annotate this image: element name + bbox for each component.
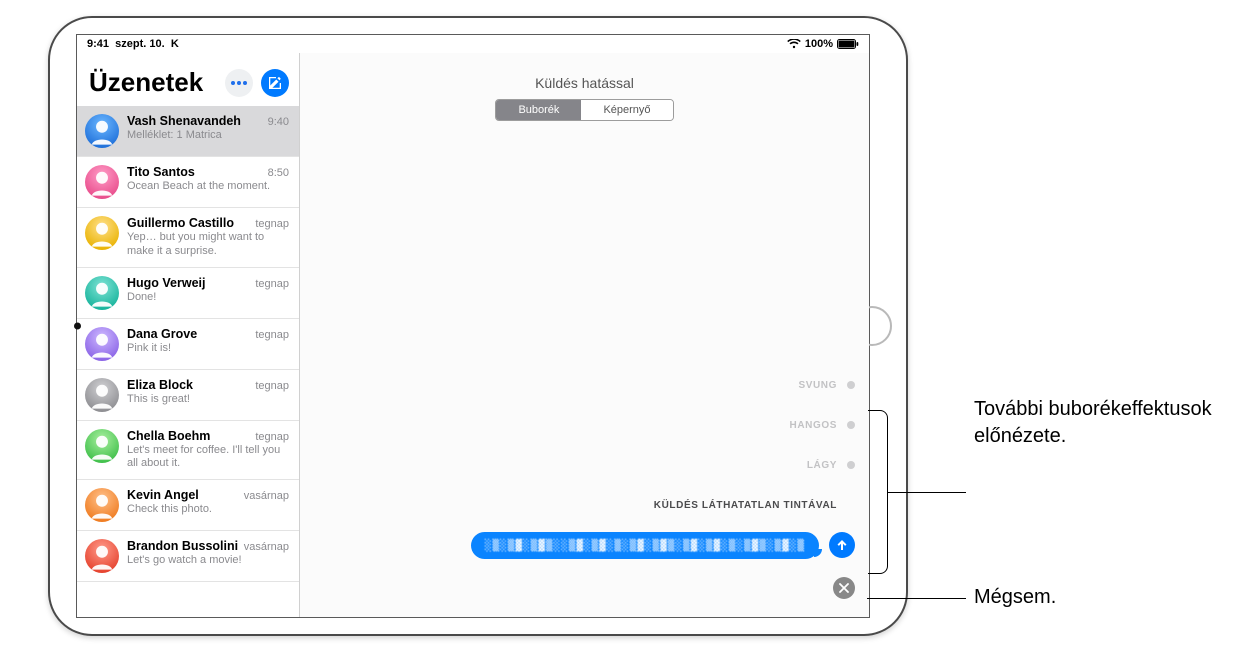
conversation-name: Dana Grove [127, 327, 197, 341]
conversation-time: tegnap [255, 380, 289, 392]
avatar [85, 276, 119, 310]
conversation-preview: Done! [127, 291, 289, 305]
avatar [85, 114, 119, 148]
effect-dot [847, 381, 855, 389]
status-right: 100% [787, 38, 859, 50]
conversation-time: 8:50 [268, 167, 289, 179]
conversation-row[interactable]: Vash Shenavandeh 9:40 Melléklet: 1 Matri… [77, 106, 299, 157]
cancel-button[interactable] [833, 577, 855, 599]
effect-label-slam: SVUNG [798, 380, 837, 391]
screen: 9:41 szept. 10. K 100% Üzenetek [76, 34, 870, 618]
send-button[interactable] [829, 532, 855, 558]
conversation-time: tegnap [255, 278, 289, 290]
conversation-name: Vash Shenavandeh [127, 114, 241, 128]
callout-line-preview [888, 492, 966, 493]
effect-label-loud: HANGOS [790, 420, 838, 431]
ipad-device-frame: 9:41 szept. 10. K 100% Üzenetek [48, 16, 908, 636]
callout-bracket [868, 410, 888, 574]
segment-screen[interactable]: Képernyő [581, 100, 672, 120]
callout-preview: További buborékeffektusok előnézete. [974, 396, 1214, 450]
conversation-name: Tito Santos [127, 165, 195, 179]
conversation-preview: This is great! [127, 393, 289, 407]
conversation-preview: Check this photo. [127, 503, 289, 517]
conversation-preview: Yep… but you might want to make it a sur… [127, 231, 289, 259]
effects-title: Küldés hatással [300, 75, 869, 91]
conversation-name: Guillermo Castillo [127, 216, 234, 230]
conversation-preview: Melléklet: 1 Matrica [127, 129, 289, 143]
conversation-row[interactable]: Eliza Block tegnap This is great! [77, 370, 299, 421]
conversation-preview: Let's meet for coffee. I'll tell you all… [127, 444, 289, 472]
effect-row-gentle[interactable]: LÁGY [395, 445, 855, 485]
conversation-name: Hugo Verweij [127, 276, 206, 290]
sidebar-title: Üzenetek [89, 67, 203, 98]
ink-noise-text: ░▒░▒▓░▒▓▒░░▒▓░▒▓░▒░▒▓░▒▓▒░▒▓░▒▓░▒░▒▓▒░▒▓… [485, 539, 805, 552]
sidebar: Üzenetek Vash Shenavandeh 9:40 [77, 53, 300, 617]
effect-label-ink: KÜLDÉS LÁTHATATLAN TINTÁVAL [654, 500, 837, 511]
message-detail: Küldés hatással Buborék Képernyő SVUNG H… [300, 53, 869, 617]
ellipsis-icon [231, 81, 247, 85]
conversation-time: tegnap [255, 431, 289, 443]
status-battery-label: 100% [805, 38, 833, 50]
callout-cancel: Mégsem. [974, 584, 1056, 611]
avatar [85, 539, 119, 573]
conversation-row[interactable]: Tito Santos 8:50 Ocean Beach at the mome… [77, 157, 299, 208]
effect-row-loud[interactable]: HANGOS [395, 405, 855, 445]
avatar [85, 216, 119, 250]
conversation-row[interactable]: Chella Boehm tegnap Let's meet for coffe… [77, 421, 299, 481]
status-bar: 9:41 szept. 10. K 100% [77, 35, 869, 53]
status-time: 9:41 [87, 38, 109, 50]
conversation-name: Brandon Bussolini [127, 539, 238, 553]
conversation-time: tegnap [255, 218, 289, 230]
conversation-row[interactable]: Hugo Verweij tegnap Done! [77, 268, 299, 319]
effects-segment[interactable]: Buborék Képernyő [495, 99, 673, 121]
avatar [85, 488, 119, 522]
conversation-row[interactable]: Guillermo Castillo tegnap Yep… but you m… [77, 208, 299, 268]
wifi-icon [787, 39, 801, 49]
effect-row-ink-bubble: ░▒░▒▓░▒▓▒░░▒▓░▒▓░▒░▒▓░▒▓▒░▒▓░▒▓░▒░▒▓▒░▒▓… [395, 525, 855, 565]
effect-row-ink[interactable]: KÜLDÉS LÁTHATATLAN TINTÁVAL [395, 485, 855, 525]
avatar [85, 429, 119, 463]
front-camera [74, 323, 81, 330]
effects-list: SVUNG HANGOS LÁGY KÜLDÉS LÁTHATATLAN TIN… [395, 365, 855, 565]
conversation-time: tegnap [255, 329, 289, 341]
effect-dot [847, 421, 855, 429]
callout-line-cancel [867, 598, 966, 599]
avatar [85, 378, 119, 412]
avatar [85, 327, 119, 361]
battery-icon [837, 39, 859, 49]
effect-dot [847, 461, 855, 469]
arrow-up-icon [836, 539, 848, 551]
more-button[interactable] [225, 69, 253, 97]
conversation-row[interactable]: Brandon Bussolini vasárnap Let's go watc… [77, 531, 299, 582]
conversation-time: vasárnap [244, 541, 289, 553]
conversation-preview: Let's go watch a movie! [127, 554, 289, 568]
status-date: szept. 10. [115, 38, 165, 50]
invisible-ink-bubble: ░▒░▒▓░▒▓▒░░▒▓░▒▓░▒░▒▓░▒▓▒░▒▓░▒▓░▒░▒▓▒░▒▓… [471, 532, 819, 559]
segment-bubble[interactable]: Buborék [496, 100, 581, 120]
conversation-preview: Pink it is! [127, 342, 289, 356]
avatar [85, 165, 119, 199]
conversation-time: 9:40 [268, 116, 289, 128]
conversation-row[interactable]: Dana Grove tegnap Pink it is! [77, 319, 299, 370]
compose-button[interactable] [261, 69, 289, 97]
effect-label-gentle: LÁGY [807, 460, 837, 471]
conversation-name: Chella Boehm [127, 429, 210, 443]
conversation-list[interactable]: Vash Shenavandeh 9:40 Melléklet: 1 Matri… [77, 106, 299, 617]
close-icon [839, 583, 849, 593]
conversation-name: Kevin Angel [127, 488, 199, 502]
effect-row-slam[interactable]: SVUNG [395, 365, 855, 405]
conversation-row[interactable]: Kevin Angel vasárnap Check this photo. [77, 480, 299, 531]
conversation-preview: Ocean Beach at the moment. [127, 180, 289, 194]
conversation-name: Eliza Block [127, 378, 193, 392]
compose-icon [268, 76, 282, 90]
status-day: K [171, 38, 179, 50]
conversation-time: vasárnap [244, 490, 289, 502]
